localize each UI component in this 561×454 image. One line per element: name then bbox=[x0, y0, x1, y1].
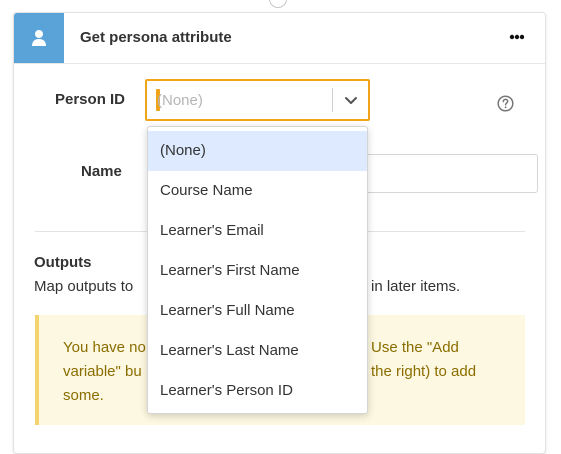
more-options-button[interactable] bbox=[507, 27, 527, 43]
outputs-description: Map outputs to bbox=[34, 278, 134, 295]
dropdown-option[interactable]: Learner's Last Name bbox=[148, 331, 367, 371]
person-id-select[interactable]: (None) bbox=[145, 79, 370, 121]
dropdown-option[interactable]: Learner's Full Name bbox=[148, 291, 367, 331]
person-icon bbox=[32, 30, 46, 46]
outputs-description-end: in later items. bbox=[371, 278, 461, 295]
help-icon[interactable] bbox=[497, 95, 514, 112]
person-id-dropdown-menu: (None) Course Name Learner's Email Learn… bbox=[147, 126, 368, 414]
dropdown-option[interactable]: Learner's First Name bbox=[148, 251, 367, 291]
dropdown-option[interactable]: Learner's Email bbox=[148, 211, 367, 251]
select-separator bbox=[332, 88, 333, 112]
warning-line-2-start: variable" bu bbox=[63, 363, 142, 380]
dropdown-option[interactable]: Learner's Person ID bbox=[148, 371, 367, 411]
chevron-down-icon[interactable] bbox=[343, 92, 359, 108]
name-label: Name bbox=[81, 163, 122, 180]
warning-line-3: some. bbox=[63, 387, 104, 404]
name-input[interactable] bbox=[354, 154, 538, 193]
dropdown-option[interactable]: (None) bbox=[148, 131, 367, 171]
card-header: Get persona attribute bbox=[14, 13, 545, 64]
more-icon bbox=[509, 34, 525, 40]
warning-line-1-end: Use the "Add bbox=[371, 339, 459, 356]
card-title: Get persona attribute bbox=[80, 29, 232, 46]
person-id-label: Person ID bbox=[55, 91, 126, 108]
warning-line-1-start: You have no bbox=[63, 339, 146, 356]
flow-connector bbox=[269, 0, 287, 8]
person-icon-box bbox=[14, 13, 64, 63]
outputs-title: Outputs bbox=[34, 254, 92, 271]
dropdown-option[interactable]: Course Name bbox=[148, 171, 367, 211]
person-id-select-value: (None) bbox=[157, 92, 203, 109]
warning-line-2-end: the right) to add bbox=[371, 363, 477, 380]
